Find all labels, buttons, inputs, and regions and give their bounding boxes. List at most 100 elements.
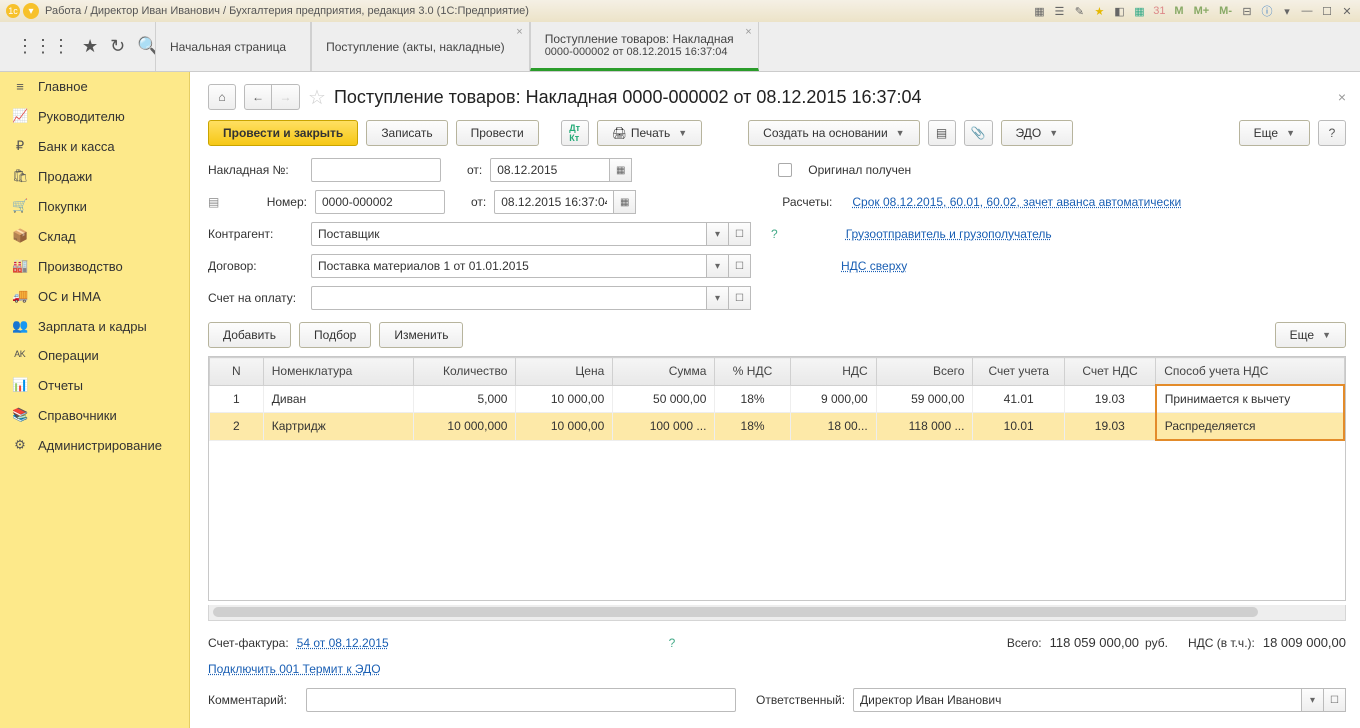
sidebar-item-admin[interactable]: ⚙Администрирование <box>0 430 189 460</box>
help-button[interactable]: ? <box>1318 120 1346 146</box>
counterparty-input[interactable] <box>311 222 707 246</box>
edit-button[interactable]: Изменить <box>379 322 463 348</box>
save-button[interactable]: Записать <box>366 120 447 146</box>
th-item[interactable]: Номенклатура <box>263 358 414 386</box>
number-date-input[interactable] <box>494 190 614 214</box>
sf-link[interactable]: 54 от 08.12.2015 <box>297 636 389 650</box>
back-button[interactable]: ← <box>244 84 272 110</box>
dropdown-icon[interactable]: ▾ <box>23 3 39 19</box>
th-vatp[interactable]: % НДС <box>715 358 790 386</box>
pick-button[interactable]: Подбор <box>299 322 371 348</box>
sidebar-item-main[interactable]: ≡Главное <box>0 72 189 101</box>
add-button[interactable]: Добавить <box>208 322 291 348</box>
sidebar-item-operations[interactable]: ᴬᴷОперации <box>0 341 189 370</box>
sidebar-item-purchases[interactable]: 🛒Покупки <box>0 191 189 221</box>
items-table[interactable]: N Номенклатура Количество Цена Сумма % Н… <box>208 356 1346 601</box>
tab-home[interactable]: Начальная страница <box>155 22 311 71</box>
comment-input[interactable] <box>306 688 736 712</box>
close-icon[interactable]: × <box>745 26 751 38</box>
apps-icon[interactable]: ⋮⋮⋮ <box>16 36 70 57</box>
m-plus-button[interactable]: M+ <box>1192 5 1212 17</box>
edo-connect-link[interactable]: Подключить 001 Термит к ЭДО <box>208 662 381 676</box>
sidebar-item-hr[interactable]: 👥Зарплата и кадры <box>0 311 189 341</box>
toolbar-icon-1[interactable]: ▦ <box>1032 4 1046 18</box>
sidebar-item-warehouse[interactable]: 📦Склад <box>0 221 189 251</box>
close-panel-icon[interactable]: × <box>1338 89 1346 105</box>
invoice-no-input[interactable] <box>311 158 441 182</box>
calendar-icon[interactable]: ▦ <box>614 190 636 214</box>
close-icon[interactable]: × <box>516 26 522 38</box>
responsible-input[interactable] <box>853 688 1302 712</box>
th-acc[interactable]: Счет учета <box>973 358 1064 386</box>
sidebar-item-ref[interactable]: 📚Справочники <box>0 400 189 430</box>
th-total[interactable]: Всего <box>876 358 973 386</box>
calc-link[interactable]: Срок 08.12.2015, 60.01, 60.02, зачет ава… <box>852 195 1181 209</box>
table-more-button[interactable]: Еще▼ <box>1275 322 1346 348</box>
sidebar-item-production[interactable]: 🏭Производство <box>0 251 189 281</box>
table-row[interactable]: 1Диван5,00010 000,0050 000,0018%9 000,00… <box>210 385 1345 413</box>
open-icon[interactable]: ☐ <box>729 254 751 278</box>
dropdown-icon[interactable]: ▾ <box>707 286 729 310</box>
toolbar-icon-9[interactable]: ⊟ <box>1240 4 1254 18</box>
invoice-date-input[interactable] <box>490 158 610 182</box>
m-minus-button[interactable]: M- <box>1217 5 1234 17</box>
th-sum[interactable]: Сумма <box>613 358 715 386</box>
sidebar-item-bank[interactable]: ₽Банк и касса <box>0 131 189 161</box>
calendar-icon[interactable]: ▦ <box>610 158 632 182</box>
sidebar-item-manager[interactable]: 📈Руководителю <box>0 101 189 131</box>
info-icon[interactable]: ⓘ <box>1260 4 1274 18</box>
calendar-icon[interactable]: 31 <box>1152 4 1166 18</box>
original-checkbox[interactable] <box>778 163 792 177</box>
th-mode[interactable]: Способ учета НДС <box>1156 358 1344 386</box>
bill-input[interactable] <box>311 286 707 310</box>
dropdown-icon[interactable]: ▾ <box>1302 688 1324 712</box>
print-button[interactable]: 🖨Печать▼ <box>597 120 702 146</box>
contract-input[interactable] <box>311 254 707 278</box>
sidebar-item-reports[interactable]: 📊Отчеты <box>0 370 189 400</box>
tab-receipts[interactable]: Поступление (акты, накладные)× <box>311 22 530 71</box>
forward-button[interactable]: → <box>272 84 300 110</box>
open-icon[interactable]: ☐ <box>729 222 751 246</box>
dropdown-icon[interactable]: ▾ <box>1280 4 1294 18</box>
edo-button[interactable]: ЭДО▼ <box>1001 120 1074 146</box>
post-close-button[interactable]: Провести и закрыть <box>208 120 358 146</box>
dropdown-icon[interactable]: ▾ <box>707 254 729 278</box>
m-button[interactable]: M <box>1172 5 1185 17</box>
toolbar-icon-3[interactable]: ✎ <box>1072 4 1086 18</box>
favorite-icon[interactable]: ★ <box>82 36 98 57</box>
toolbar-icon-5[interactable]: ◧ <box>1112 4 1126 18</box>
doc-icon-button[interactable]: ▤ <box>928 120 956 146</box>
h-scrollbar[interactable] <box>208 605 1346 621</box>
home-button[interactable]: ⌂ <box>208 84 236 110</box>
calc-icon[interactable]: ▦ <box>1132 4 1146 18</box>
th-qty[interactable]: Количество <box>414 358 516 386</box>
maximize-icon[interactable]: ☐ <box>1320 4 1334 18</box>
th-vat[interactable]: НДС <box>790 358 876 386</box>
dropdown-icon[interactable]: ▾ <box>707 222 729 246</box>
shipper-link[interactable]: Грузоотправитель и грузополучатель <box>846 227 1052 241</box>
post-button[interactable]: Провести <box>456 120 539 146</box>
tab-receipt-doc[interactable]: Поступление товаров: Накладная 0000-0000… <box>530 22 759 71</box>
open-icon[interactable]: ☐ <box>729 286 751 310</box>
open-icon[interactable]: ☐ <box>1324 688 1346 712</box>
sidebar-item-sales[interactable]: 🛍Продажи <box>0 161 189 191</box>
help-icon[interactable]: ? <box>669 636 676 650</box>
close-icon[interactable]: ✕ <box>1340 4 1354 18</box>
th-n[interactable]: N <box>210 358 264 386</box>
favorite-icon[interactable]: ★ <box>1092 4 1106 18</box>
minimize-icon[interactable]: — <box>1300 4 1314 18</box>
vat-link[interactable]: НДС сверху <box>841 259 907 273</box>
th-vacc[interactable]: Счет НДС <box>1064 358 1155 386</box>
th-price[interactable]: Цена <box>516 358 613 386</box>
history-icon[interactable]: ↻ <box>110 36 125 57</box>
more-button[interactable]: Еще▼ <box>1239 120 1310 146</box>
star-icon[interactable]: ☆ <box>308 85 326 110</box>
help-icon[interactable]: ? <box>771 227 778 241</box>
toolbar-icon-2[interactable]: ☰ <box>1052 4 1066 18</box>
create-based-button[interactable]: Создать на основании▼ <box>748 120 919 146</box>
dk-button[interactable]: ДтКт <box>561 120 589 146</box>
attach-button[interactable]: 📎 <box>964 120 993 146</box>
number-input[interactable] <box>315 190 445 214</box>
table-row[interactable]: 2Картридж10 000,00010 000,00100 000 ...1… <box>210 413 1345 441</box>
sidebar-item-assets[interactable]: 🚚ОС и НМА <box>0 281 189 311</box>
